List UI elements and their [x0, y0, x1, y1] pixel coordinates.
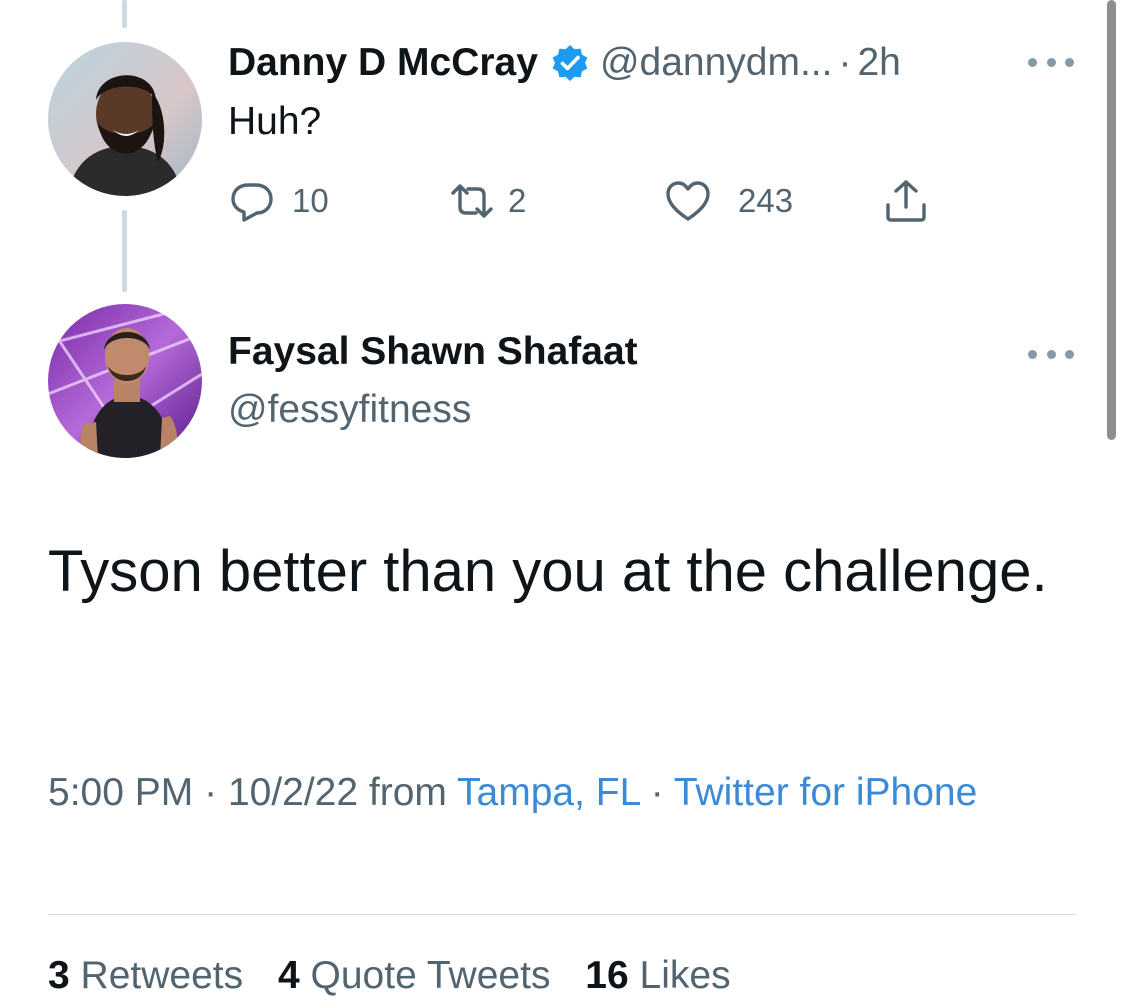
more-icon[interactable] — [1028, 344, 1074, 364]
more-dot — [1028, 349, 1037, 359]
avatar-faysal[interactable] — [48, 304, 202, 458]
avatar-faysal-image — [48, 304, 202, 458]
scrollbar[interactable] — [1107, 0, 1116, 440]
main-tweet-text: Tyson better than you at the challenge. — [48, 539, 1048, 604]
reply-button[interactable]: 10 — [228, 176, 329, 226]
tweet-time[interactable]: 5:00 PM — [48, 771, 193, 814]
separator-dot: · — [204, 771, 218, 814]
like-count: 243 — [738, 182, 794, 219]
reply-time-ago[interactable]: 2h — [857, 41, 900, 85]
avatar-danny[interactable] — [48, 42, 202, 196]
share-button[interactable] — [882, 176, 930, 226]
like-button[interactable]: 243 — [664, 176, 793, 226]
reply-icon — [231, 183, 273, 222]
tweet-date[interactable]: 10/2/22 — [228, 771, 358, 814]
more-dot — [1028, 57, 1037, 67]
retweets-stat[interactable]: 3 Retweets — [48, 954, 254, 997]
quotes-count: 4 — [277, 954, 300, 997]
retweets-label: Retweets — [80, 954, 244, 997]
thread-line-top — [122, 0, 127, 28]
tweet-meta: 5:00 PM · 10/2/22 from Tampa, FL · Twitt… — [48, 766, 1068, 820]
verified-badge-icon — [550, 43, 590, 83]
likes-count: 16 — [585, 954, 629, 997]
reply-action-bar: 10 2 243 — [0, 176, 1000, 226]
reply-header: Danny D McCray @dannydm... · 2h — [228, 38, 901, 88]
from-label: from — [368, 771, 447, 814]
main-display-name[interactable]: Faysal Shawn Shafaat — [228, 330, 638, 374]
avatar-danny-image — [48, 42, 202, 196]
share-icon — [886, 180, 926, 222]
like-icon — [666, 181, 710, 221]
retweet-count: 2 — [508, 182, 527, 219]
more-icon[interactable] — [1028, 52, 1074, 72]
more-dot — [1046, 349, 1056, 359]
location-link[interactable]: Tampa, FL — [457, 771, 640, 814]
quote-tweets-stat[interactable]: 4 Quote Tweets — [278, 954, 561, 997]
reply-text: Huh? — [228, 100, 322, 143]
reply-handle[interactable]: @dannydm... — [600, 41, 833, 85]
more-dot — [1065, 57, 1074, 67]
more-dot — [1065, 349, 1074, 359]
client-link[interactable]: Twitter for iPhone — [674, 771, 977, 814]
main-handle[interactable]: @fessyfitness — [228, 388, 471, 432]
more-dot — [1046, 57, 1056, 67]
likes-label: Likes — [639, 954, 731, 997]
reply-count: 10 — [292, 182, 329, 219]
retweets-count: 3 — [48, 954, 70, 997]
separator-dot: · — [650, 771, 664, 814]
retweet-button[interactable]: 2 — [448, 176, 526, 226]
likes-stat[interactable]: 16 Likes — [585, 954, 730, 997]
divider — [48, 914, 1076, 915]
quotes-label: Quote Tweets — [310, 954, 551, 997]
retweet-icon — [451, 184, 493, 218]
separator-dot: · — [838, 41, 852, 84]
engagement-stats: 3 Retweets 4 Quote Tweets 16 Likes — [48, 950, 755, 1002]
reply-display-name[interactable]: Danny D McCray — [228, 41, 538, 85]
